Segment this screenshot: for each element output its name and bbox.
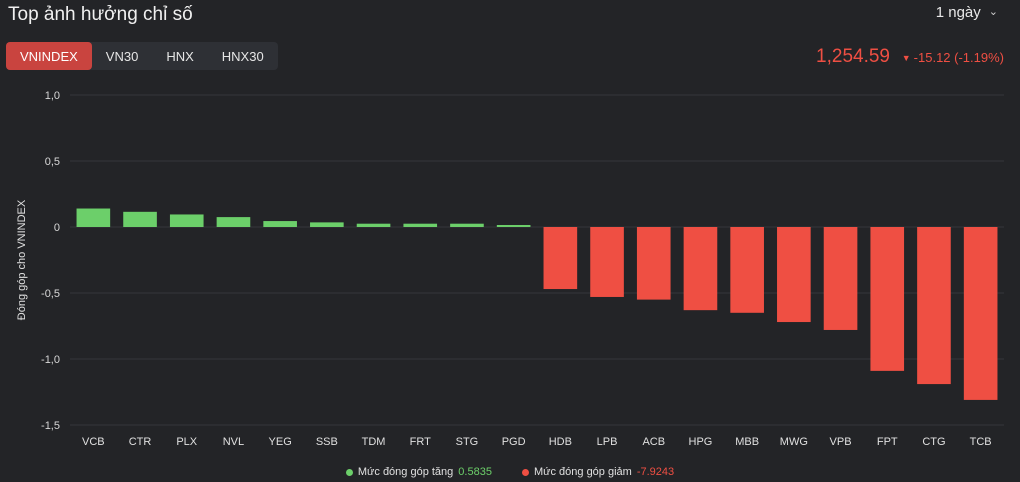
x-tick-label: HDB [549,436,572,448]
legend-down-label: Mức đóng góp giảm [533,466,632,478]
legend-item-up[interactable]: Mức đóng góp tăng 0.5835 [345,466,492,478]
x-tick-label: NVL [223,436,244,448]
bar-ctg [917,227,951,385]
x-tick-label: VPB [830,436,852,448]
legend-down-value: -7.9243 [636,466,675,478]
chevron-down-icon: ⌄ [988,6,998,18]
bar-hpg [683,227,718,311]
x-tick-label: CTR [129,436,152,448]
x-tick-label: FPT [877,436,898,448]
tab-hnx30[interactable]: HNX30 [208,42,278,70]
y-tick-label: -1,5 [41,420,60,432]
x-tick-label: PGD [502,436,526,448]
y-tick-label: -1,0 [41,354,60,366]
y-tick-label: 0 [54,222,60,234]
tab-hnx[interactable]: HNX [152,42,207,70]
legend-dot-up [345,468,353,476]
x-tick-label: FRT [410,436,431,448]
x-tick-label: SSB [316,436,338,448]
legend-up-value: 0.5835 [458,466,492,478]
x-tick-label: MWG [780,436,808,448]
bar-tdm [356,223,391,227]
bar-pgd [496,225,531,227]
bar-frt [403,223,438,227]
x-tick-label: STG [456,436,479,448]
index-value: 1,254.59 [816,46,890,67]
x-tick-label: HPG [689,436,713,448]
x-tick-label: VCB [82,436,105,448]
bar-mwg [777,227,811,323]
y-axis-title: Đóng góp cho VNINDEX [16,199,28,320]
y-tick-label: -0,5 [41,288,60,300]
tab-vnindex[interactable]: VNINDEX [6,42,92,70]
bar-tcb [963,227,998,400]
index-change: ▼ -15.12 (-1.19%) [902,50,1004,65]
bar-plx [169,214,204,227]
x-tick-label: TDM [362,436,386,448]
chart-legend: Mức đóng góp tăng 0.5835 Mức đóng góp gi… [0,466,1020,478]
index-change-text: -15.12 (-1.19%) [913,50,1004,65]
bar-hdb [543,227,578,290]
period-selector[interactable]: 1 ngày ⌄ [936,4,998,21]
bar-yeg [263,221,297,227]
x-tick-label: YEG [269,436,292,448]
x-tick-label: TCB [970,436,992,448]
bar-lpb [590,227,624,297]
bar-ctr [123,211,157,227]
legend-item-down[interactable]: Mức đóng góp giảm -7.9243 [521,466,675,478]
bar-fpt [870,227,905,371]
page-title: Top ảnh hưởng chỉ số [8,4,193,25]
legend-up-label: Mức đóng góp tăng [357,466,454,478]
y-tick-label: 0,5 [45,156,60,168]
x-tick-label: ACB [642,436,665,448]
bar-ssb [310,222,344,227]
caret-down-icon: ▼ [901,52,911,63]
bar-vcb [76,208,111,227]
contribution-bar-chart: 1,0 0,5 0 -0,5 -1,0 -1,5 Đóng góp cho VNINDEX V… [16,90,1004,448]
period-label: 1 ngày [935,4,981,21]
index-tabs: VNINDEX VN30 HNX HNX30 [6,42,278,70]
x-tick-label: LPB [597,436,618,448]
bar-nvl [216,217,251,227]
y-tick-label: 1,0 [45,90,60,102]
bar-acb [636,227,671,300]
x-tick-label: MBB [735,436,759,448]
tab-vn30[interactable]: VN30 [92,42,153,70]
bar-vpb [823,227,858,330]
legend-dot-down [521,468,529,476]
x-tick-label: PLX [176,436,197,448]
bar-stg [450,223,484,227]
bar-mbb [730,227,764,313]
x-tick-label: CTG [922,436,945,448]
